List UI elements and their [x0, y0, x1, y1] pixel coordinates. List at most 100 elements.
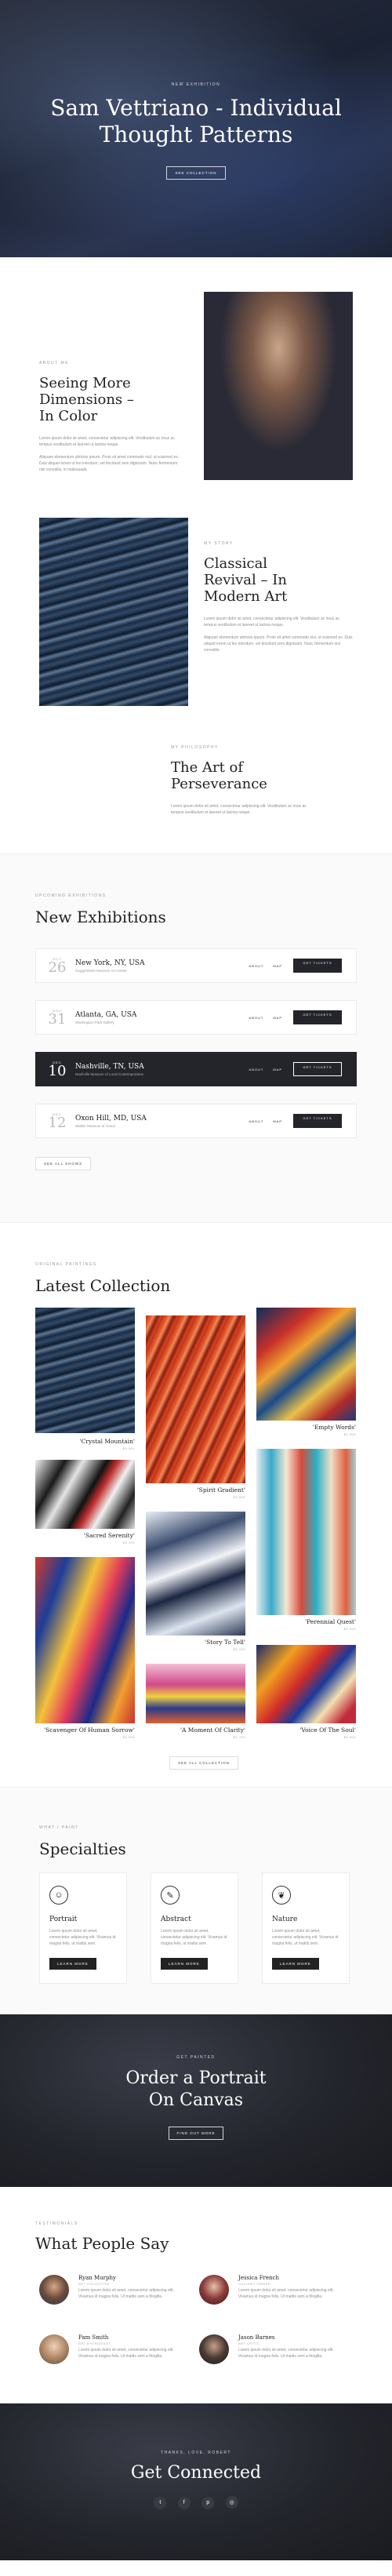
exhibition-venue: Washington Park Gallery	[75, 1020, 114, 1024]
testimonials-title: What People Say	[35, 2234, 169, 2253]
painting-caption: 'Voice Of The Soul' $3,900	[299, 1726, 356, 1739]
exhibition-venue: Walker Museum of Visual	[75, 1123, 115, 1128]
hero-title-line-2: Thought Patterns	[99, 122, 293, 147]
revival-eyebrow: MY STORY	[204, 541, 234, 546]
painting-voice-of-the-soul[interactable]	[256, 1645, 356, 1723]
avatar	[39, 2334, 69, 2364]
painting-perennial-quest[interactable]	[256, 1449, 356, 1615]
footer-eyebrow: THANKS, LOVE, ROBERT	[161, 2450, 231, 2455]
hero-eyebrow: NEW EXHIBITION	[171, 82, 221, 87]
about-title: Seeing More Dimensions – In Color	[39, 375, 134, 424]
see-all-collection-button[interactable]: SEE ALL COLLECTION	[169, 1756, 238, 1770]
specialty-title: Abstract	[161, 1916, 191, 1923]
painting-caption: 'Sacred Serenity' $3,200	[83, 1532, 135, 1545]
hero-title: Sam Vettriano - Individual Thought Patte…	[0, 95, 392, 148]
facebook-icon[interactable]: f	[177, 2496, 191, 2509]
social-links: t f p ◎	[0, 2494, 392, 2509]
exhibition-about-link[interactable]: ABOUT	[249, 1119, 264, 1123]
testimonial-name: Jason Barnes	[238, 2334, 275, 2341]
collection-section: ORIGINAL PAINTINGS Latest Collection 'Cr…	[0, 1222, 392, 1787]
perseverance-paragraph: Lorem ipsum dolor sit amet, consectetur …	[171, 804, 307, 815]
specialty-card: ☺ Portrait Lorem ipsum dolor sit amet, c…	[39, 1872, 127, 1984]
about-paragraph-2: Aliquam elementum ultricies ipsum. Proin…	[39, 455, 180, 472]
testimonial-role: ART COLLECTOR	[78, 2282, 110, 2286]
waves-painting-image	[39, 518, 188, 706]
painting-scavenger-of-human-sorrow[interactable]	[35, 1557, 135, 1723]
get-tickets-button[interactable]: GET TICKETS	[293, 1010, 342, 1024]
painting-a-moment-of-clarity[interactable]	[146, 1664, 245, 1723]
pinterest-icon[interactable]: p	[201, 2496, 215, 2509]
avatar	[199, 2275, 229, 2305]
portrait-cta-title-line-2: On Canvas	[148, 2090, 244, 2110]
get-tickets-button[interactable]: GET TICKETS	[293, 959, 342, 973]
abstract-icon: ✎	[161, 1886, 180, 1905]
specialty-text: Lorem ipsum dolor sit amet, consectetur …	[161, 1929, 227, 1946]
instagram-icon[interactable]: ◎	[225, 2496, 238, 2509]
about-paragraph-1: Lorem ipsum dolor sit amet, consectetur …	[39, 436, 175, 447]
hero-title-line-1: Sam Vettriano - Individual	[50, 95, 342, 121]
exhibition-city: Atlanta, GA, USA	[75, 1010, 137, 1019]
testimonials-eyebrow: TESTIMONIALS	[35, 2221, 78, 2226]
exhibition-venue: Nashville Museum of Local Contemporaries	[75, 1072, 144, 1076]
get-tickets-button[interactable]: GET TICKETS	[293, 1114, 342, 1128]
get-tickets-button[interactable]: GET TICKETS	[293, 1062, 342, 1076]
testimonial-name: Jessica French	[238, 2275, 279, 2281]
collection-eyebrow: ORIGINAL PAINTINGS	[35, 1262, 97, 1267]
portrait-cta-eyebrow: GET PAINTED	[176, 2055, 216, 2060]
revival-title: Classical Revival – In Modern Art	[204, 555, 288, 605]
exhibition-about-link[interactable]: ABOUT	[249, 964, 264, 968]
testimonial-text: Lorem ipsum dolor sit amet, consectetur …	[238, 2348, 334, 2359]
exhibition-about-link[interactable]: ABOUT	[249, 1016, 264, 1020]
specialty-card: ✎ Abstract Lorem ipsum dolor sit amet, c…	[151, 1872, 238, 1984]
learn-more-button[interactable]: LEARN MORE	[49, 1958, 96, 1970]
painting-caption: 'Perennial Quest' $4,200	[305, 1618, 356, 1631]
avatar	[39, 2275, 69, 2305]
perseverance-title: The Art of Perseverance	[171, 759, 267, 792]
painting-caption: 'Empty Words' $2,900	[312, 1424, 356, 1436]
find-out-more-button[interactable]: FIND OUT MORE	[168, 2127, 224, 2140]
specialty-text: Lorem ipsum dolor sit amet, consectetur …	[49, 1929, 116, 1946]
exhibitions-section: UPCOMING EXHIBITIONS New Exhibitions OCT…	[0, 853, 392, 1222]
painting-caption: 'A Moment Of Clarity' $2,700	[180, 1726, 245, 1739]
revival-paragraph-1: Lorem ipsum dolor sit amet, consectetur …	[204, 617, 339, 628]
portrait-cta-title-line-1: Order a Portrait	[125, 2068, 267, 2088]
exhibition-day: 10	[48, 1062, 67, 1079]
exhibition-city: New York, NY, USA	[75, 959, 145, 967]
painting-caption: 'Scavenger Of Human Sorrow' $6,000	[44, 1726, 135, 1739]
testimonial: Jason Barnes ART CRITIC Lorem ipsum dolo…	[199, 2331, 340, 2370]
see-collection-button[interactable]: SEE COLLECTION	[166, 166, 226, 180]
specialty-title: Nature	[272, 1916, 298, 1923]
about-eyebrow: ABOUT ME	[39, 361, 70, 366]
testimonial-name: Ryan Murphy	[78, 2275, 116, 2281]
painting-caption: 'Spirit Gradient' $3,800	[197, 1486, 245, 1499]
revival-paragraph-2: Aliquam elementum ultricies ipsum. Proin…	[204, 635, 353, 653]
painting-spirit-gradient[interactable]	[146, 1315, 245, 1483]
painting-crystal-mountain[interactable]	[35, 1308, 135, 1433]
learn-more-button[interactable]: LEARN MORE	[161, 1958, 208, 1970]
exhibition-city: Nashville, TN, USA	[75, 1062, 144, 1071]
see-all-shows-button[interactable]: SEE ALL SHOWS	[35, 1157, 92, 1170]
avatar	[199, 2334, 229, 2364]
specialty-title: Portrait	[49, 1916, 78, 1923]
painting-story-to-tell[interactable]	[146, 1512, 245, 1635]
footer-section: THANKS, LOVE, ROBERT Get Connected t f p…	[0, 2403, 392, 2560]
testimonial: Jessica French GALLERY OWNER Lorem ipsum…	[199, 2272, 340, 2311]
exhibition-map-link[interactable]: MAP	[273, 1119, 282, 1123]
learn-more-button[interactable]: LEARN MORE	[272, 1958, 319, 1970]
painting-sacred-serenity[interactable]	[35, 1460, 135, 1529]
exhibition-day: 31	[48, 1010, 67, 1028]
exhibition-day: 26	[48, 959, 67, 976]
exhibition-map-link[interactable]: MAP	[273, 964, 282, 968]
exhibition-row: NOV 31 Atlanta, GA, USA Washington Park Ga…	[35, 1000, 357, 1035]
exhibition-about-link[interactable]: ABOUT	[249, 1068, 264, 1072]
twitter-icon[interactable]: t	[154, 2496, 167, 2509]
exhibitions-title: New Exhibitions	[35, 908, 166, 926]
exhibition-venue: Guggenheim Museum Art Center	[75, 968, 127, 973]
exhibition-map-link[interactable]: MAP	[273, 1068, 282, 1072]
painting-empty-words[interactable]	[256, 1308, 356, 1421]
specialties-title: Specialties	[39, 1839, 126, 1858]
testimonial: Ryan Murphy ART COLLECTOR Lorem ipsum do…	[39, 2272, 180, 2311]
exhibition-map-link[interactable]: MAP	[273, 1016, 282, 1020]
testimonial-name: Pam Smith	[78, 2334, 109, 2341]
specialties-section: WHAT I PAINT Specialties ☺ Portrait Lore…	[0, 1787, 392, 2014]
